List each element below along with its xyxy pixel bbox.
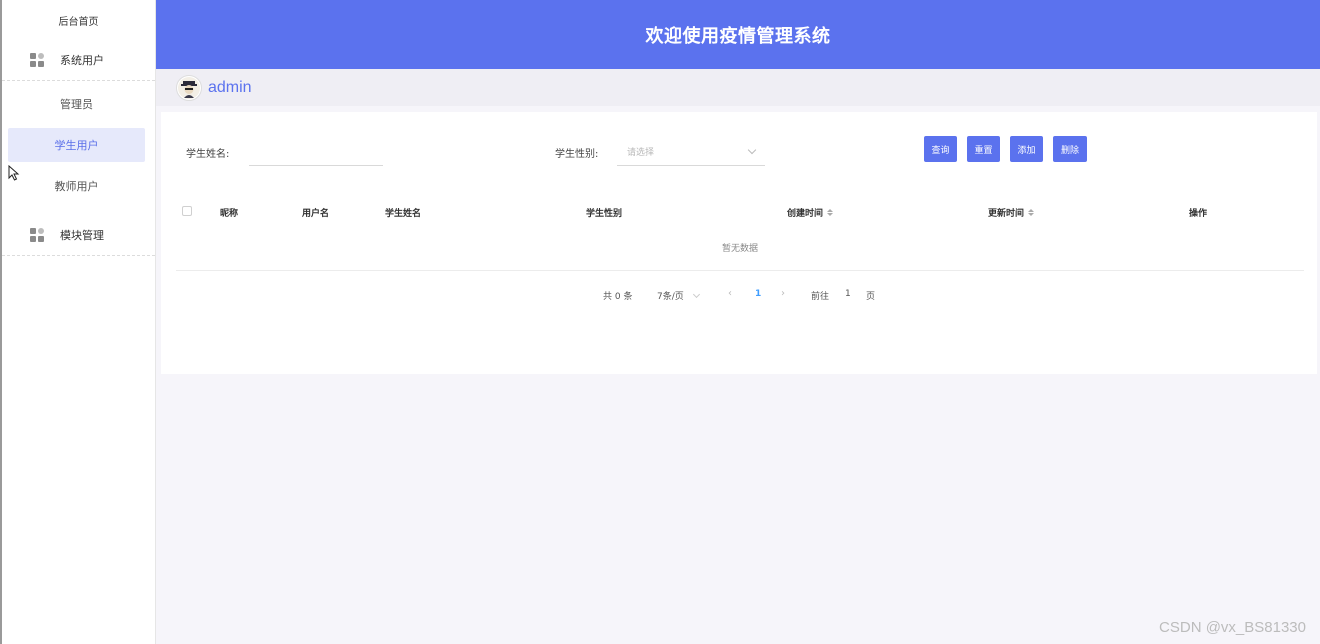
column-header-nickname: 昵称 xyxy=(220,209,239,219)
column-header-username: 用户名 xyxy=(302,209,330,219)
sidebar: 后台首页 系统用户 管理员 学生用户 教师用户 模块管理 xyxy=(0,0,156,644)
avatar-image xyxy=(178,76,200,99)
student-name-label: 学生姓名: xyxy=(186,149,230,160)
prev-page-icon[interactable]: ‹ xyxy=(728,288,732,299)
sidebar-item-admin[interactable]: 管理员 xyxy=(8,87,145,121)
select-all-checkbox[interactable] xyxy=(182,206,192,216)
column-header-updated-time[interactable]: 更新时间 xyxy=(988,206,1035,219)
grid-icon xyxy=(30,53,44,67)
page-suffix: 页 xyxy=(866,292,876,302)
table-empty-state: 暂无数据 xyxy=(176,224,1304,271)
content-panel: 学生姓名: 学生性别: 请选择 查询 重置 添加 删除 昵称 用户名 学生姓名 … xyxy=(161,112,1317,374)
chevron-down-icon xyxy=(747,145,757,154)
username[interactable]: admin xyxy=(208,79,252,97)
grid-icon xyxy=(30,228,44,242)
sidebar-home-label: 后台首页 xyxy=(58,16,99,28)
data-table: 昵称 用户名 学生姓名 学生性别 创建时间 更新时间 操作 暂无数据 xyxy=(176,198,1304,271)
column-header-student-name: 学生姓名 xyxy=(385,209,422,219)
column-header-student-gender: 学生性别 xyxy=(586,209,623,219)
page-size-select[interactable]: 7条/页 xyxy=(657,289,700,302)
user-bar: admin xyxy=(156,69,1320,106)
sidebar-item-teachers[interactable]: 教师用户 xyxy=(8,169,145,203)
add-button[interactable]: 添加 xyxy=(1010,136,1043,162)
sidebar-group-system-users[interactable]: 系统用户 xyxy=(2,40,155,81)
student-gender-label: 学生性别: xyxy=(555,149,599,160)
top-header: 欢迎使用疫情管理系统 xyxy=(156,0,1320,69)
mouse-cursor-icon xyxy=(8,165,20,181)
csdn-watermark: CSDN @vx_BS81330 xyxy=(1159,619,1306,636)
sidebar-group-label: 模块管理 xyxy=(60,229,104,242)
empty-text: 暂无数据 xyxy=(721,243,758,254)
search-form: 学生姓名: 学生性别: 请选择 查询 重置 添加 删除 xyxy=(161,136,1317,166)
sidebar-item-label: 教师用户 xyxy=(54,180,99,193)
pagination: 共 0 条 7条/页 ‹ 1 › 前往 1 页 xyxy=(161,288,1317,302)
sidebar-group-module-management[interactable]: 模块管理 xyxy=(2,215,155,256)
pagination-total: 共 0 条 xyxy=(603,292,633,302)
column-header-created-time[interactable]: 创建时间 xyxy=(787,206,834,219)
chevron-down-icon xyxy=(692,290,700,299)
column-header-actions: 操作 xyxy=(1189,209,1208,219)
sidebar-item-label: 学生用户 xyxy=(54,139,99,152)
avatar-icon[interactable] xyxy=(176,74,202,101)
pager-page-current[interactable]: 1 xyxy=(755,289,761,299)
goto-label: 前往 xyxy=(811,292,830,302)
sidebar-item-students[interactable]: 学生用户 xyxy=(8,128,145,162)
page-title: 欢迎使用疫情管理系统 xyxy=(645,25,831,47)
sort-icon[interactable] xyxy=(827,209,834,216)
next-page-icon[interactable]: › xyxy=(781,288,785,299)
table-header: 昵称 用户名 学生姓名 学生性别 创建时间 更新时间 操作 xyxy=(176,198,1304,224)
select-placeholder: 请选择 xyxy=(627,148,655,158)
sidebar-group-label: 系统用户 xyxy=(60,54,104,67)
reset-button[interactable]: 重置 xyxy=(967,136,1000,162)
sidebar-item-home[interactable]: 后台首页 xyxy=(2,0,155,40)
sidebar-item-label: 管理员 xyxy=(60,98,93,111)
sort-icon[interactable] xyxy=(1028,209,1035,216)
query-button[interactable]: 查询 xyxy=(924,136,957,162)
delete-button[interactable]: 删除 xyxy=(1053,136,1087,162)
student-name-input[interactable] xyxy=(249,138,383,166)
goto-page-input[interactable]: 1 xyxy=(845,289,851,299)
student-gender-select[interactable]: 请选择 xyxy=(617,138,765,166)
